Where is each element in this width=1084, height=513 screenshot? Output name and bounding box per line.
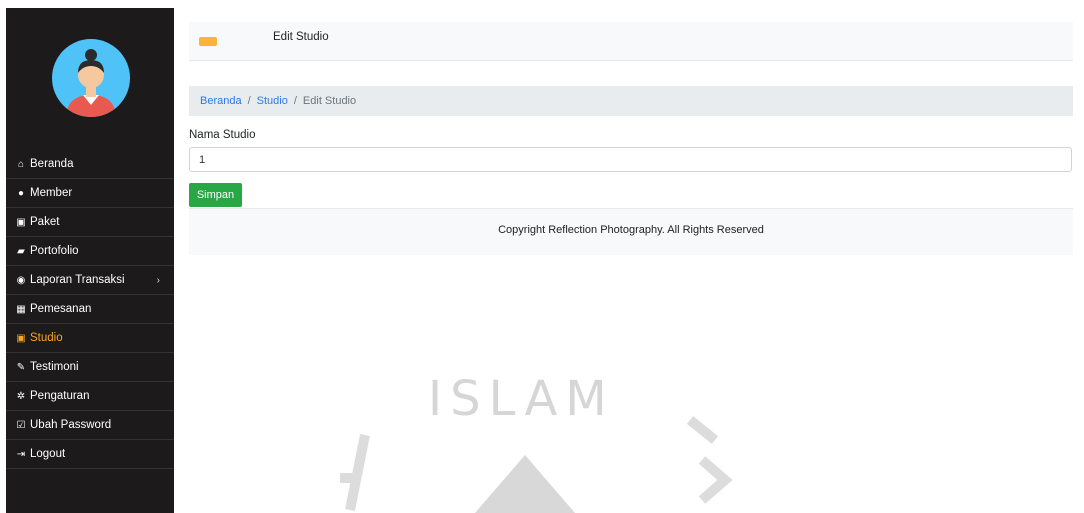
avatar — [52, 39, 130, 117]
pencil-icon: ✎ — [16, 361, 26, 373]
sidebar: ⌂ Beranda ● Member ▣ Paket ▰ Portofolio … — [6, 8, 174, 513]
breadcrumb-current: Edit Studio — [302, 95, 357, 107]
university-watermark: ISLAM — [340, 371, 733, 513]
sidebar-item-member[interactable]: ● Member — [6, 179, 174, 208]
sidebar-item-label: Studio — [30, 332, 63, 344]
breadcrumb-studio-link[interactable]: Studio — [257, 95, 288, 107]
image-icon: ▣ — [16, 216, 26, 228]
nama-studio-input[interactable]: 1 — [189, 147, 1072, 172]
sidebar-item-studio[interactable]: ▣ Studio — [6, 324, 174, 353]
sidebar-menu: ⌂ Beranda ● Member ▣ Paket ▰ Portofolio … — [6, 150, 174, 469]
sidebar-item-laporan-transaksi[interactable]: ◉ Laporan Transaksi › — [6, 266, 174, 295]
sidebar-item-logout[interactable]: ⇥ Logout — [6, 440, 174, 469]
footer: Copyright Reflection Photography. All Ri… — [189, 208, 1073, 255]
sidebar-toggle-button[interactable] — [199, 37, 217, 46]
sidebar-item-label: Ubah Password — [30, 419, 112, 431]
studio-icon: ▣ — [16, 332, 26, 344]
user-icon: ● — [17, 187, 25, 199]
breadcrumb-separator: / — [293, 95, 297, 107]
sidebar-item-label: Pemesanan — [30, 303, 92, 315]
logout-icon: ⇥ — [16, 448, 26, 460]
sidebar-item-pengaturan[interactable]: ✲ Pengaturan — [6, 382, 174, 411]
simpan-button[interactable]: Simpan — [189, 183, 242, 207]
breadcrumb-home-link[interactable]: Beranda — [200, 95, 242, 107]
sidebar-item-label: Member — [30, 187, 73, 199]
globe-icon: ◉ — [16, 274, 26, 286]
gear-icon: ✲ — [16, 390, 26, 402]
sidebar-item-label: Logout — [30, 448, 66, 460]
book-icon: ▰ — [17, 245, 25, 257]
home-icon: ⌂ — [17, 158, 25, 170]
sidebar-item-testimoni[interactable]: ✎ Testimoni — [6, 353, 174, 382]
sidebar-item-label: Testimoni — [30, 361, 79, 373]
nama-studio-label: Nama Studio — [189, 129, 256, 141]
chevron-right-icon: › — [156, 274, 160, 286]
breadcrumb-separator: / — [247, 95, 251, 107]
sidebar-item-paket[interactable]: ▣ Paket — [6, 208, 174, 237]
sidebar-item-portofolio[interactable]: ▰ Portofolio — [6, 237, 174, 266]
calendar-icon: ▦ — [16, 303, 26, 315]
watermark-text: ISLAM — [428, 371, 615, 427]
sidebar-item-label: Beranda — [30, 158, 74, 170]
sidebar-item-label: Laporan Transaksi — [30, 274, 125, 286]
sidebar-item-label: Paket — [30, 216, 60, 228]
breadcrumb: Beranda / Studio / Edit Studio — [189, 86, 1073, 116]
sidebar-item-pemesanan[interactable]: ▦ Pemesanan — [6, 295, 174, 324]
sidebar-item-label: Pengaturan — [30, 390, 90, 402]
edit-icon: ☑ — [16, 419, 26, 431]
top-navbar: Edit Studio — [189, 22, 1073, 61]
page-title: Edit Studio — [273, 31, 329, 43]
sidebar-item-label: Portofolio — [30, 245, 79, 257]
user-avatar-icon — [66, 49, 116, 117]
sidebar-item-ubah-password[interactable]: ☑ Ubah Password — [6, 411, 174, 440]
sidebar-item-beranda[interactable]: ⌂ Beranda — [6, 150, 174, 179]
